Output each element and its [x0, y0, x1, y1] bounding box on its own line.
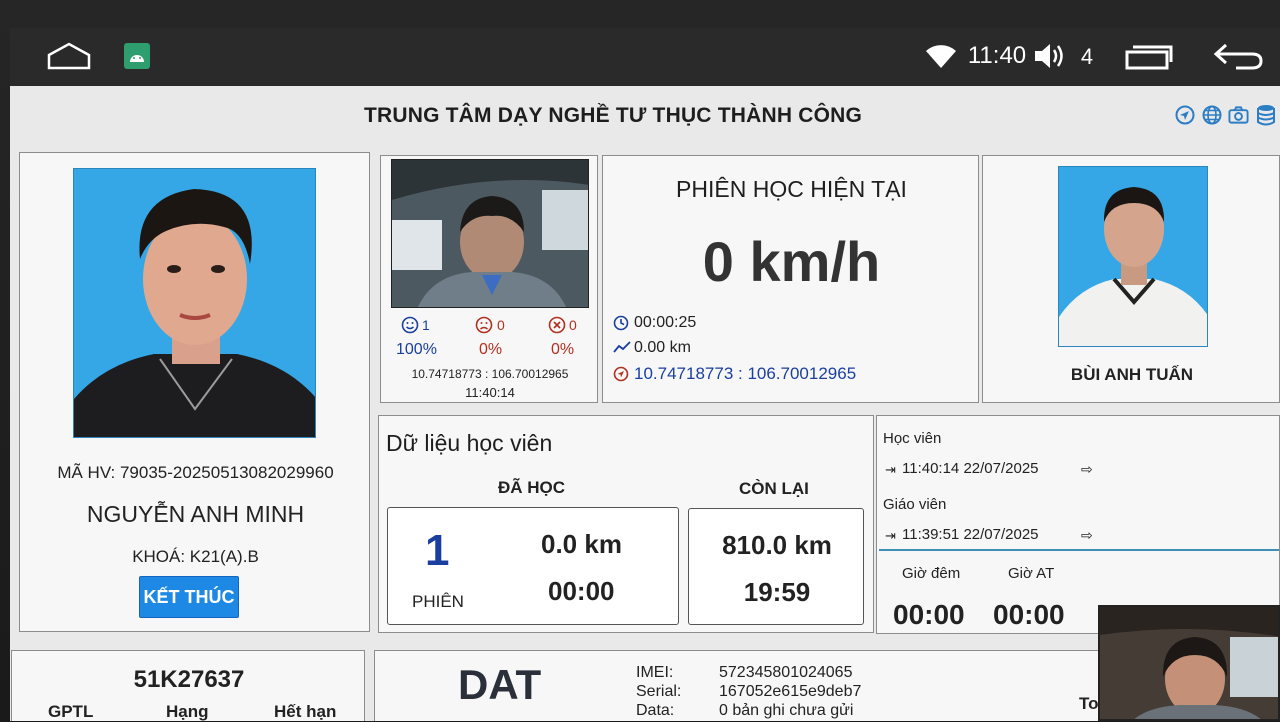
session-coordinates: 10.74718773 : 106.70012965	[634, 364, 857, 383]
done-time: 00:00	[548, 576, 615, 606]
divider	[879, 549, 1279, 551]
student-data-panel: Dữ liệu học viên ĐÃ HỌC CÒN LẠI 1 PHIÊN …	[378, 415, 874, 633]
location-icon	[613, 366, 629, 387]
data-value: 0 bản ghi chưa gửi	[719, 702, 854, 719]
clock-icon	[613, 315, 629, 336]
student-photo	[73, 168, 316, 438]
done-distance: 0.0 km	[541, 529, 622, 559]
done-header: ĐÃ HỌC	[498, 478, 566, 497]
sad-count: 0	[497, 317, 505, 333]
wifi-icon	[924, 44, 958, 70]
happy-count: 1	[422, 317, 430, 333]
end-session-button[interactable]: KẾT THÚC	[139, 576, 239, 618]
session-count-label: PHIÊN	[412, 592, 464, 611]
vehicle-panel: 51K27637 GPTL Hạng Hết hạn	[11, 650, 365, 721]
error-count: 0	[569, 317, 577, 333]
remaining-stats-box: 810.0 km 19:59	[688, 508, 864, 625]
sad-face-icon	[475, 316, 493, 339]
current-session-panel: PHIÊN HỌC HIỆN TẠI 0 km/h 00:00:25 0.00 …	[602, 155, 979, 403]
at-hours-value: 00:00	[993, 599, 1065, 630]
brand-logo: DAT	[458, 661, 542, 708]
imei-label: IMEI:	[636, 664, 674, 681]
volume-icon[interactable]	[1032, 40, 1068, 72]
session-speed: 0 km/h	[702, 230, 881, 293]
done-stats-box: 1 PHIÊN 0.0 km 00:00	[387, 507, 679, 625]
app-screen: TRUNG TÂM DẠY NGHỀ TƯ THỤC THÀNH CÔNG MÃ…	[10, 86, 1280, 721]
android-app-icon[interactable]	[124, 43, 150, 69]
teacher-name: BÙI ANH TUẤN	[1070, 365, 1194, 384]
teacher-panel: BÙI ANH TUẤN	[982, 155, 1280, 403]
night-hours-label: Giờ đêm	[902, 565, 961, 582]
login-icon: ⇥	[885, 528, 896, 543]
session-duration: 00:00:25	[634, 314, 697, 331]
camera-panel: 1 0 0 100% 0% 0% 10.74718773 : 106.70012…	[380, 155, 598, 403]
logout-icon[interactable]: ⇨	[1081, 461, 1093, 478]
error-percent: 0%	[551, 341, 575, 358]
back-icon[interactable]	[1210, 40, 1266, 72]
pip-camera-feed[interactable]	[1098, 605, 1280, 721]
gptl-label: GPTL	[48, 702, 94, 721]
at-hours-label: Giờ AT	[1008, 565, 1055, 582]
gps-icon[interactable]	[1174, 104, 1195, 125]
data-label: Data:	[636, 702, 675, 719]
login-icon: ⇥	[885, 462, 896, 477]
student-login-label: Học viên	[883, 430, 942, 447]
session-title: PHIÊN HỌC HIỆN TẠI	[676, 176, 907, 202]
camera-icon[interactable]	[1228, 104, 1249, 125]
student-panel: MÃ HV: 79035-20250513082029960 NGUYỄN AN…	[19, 152, 370, 632]
imei-value: 572345801024065	[719, 664, 853, 681]
camera-coordinates: 10.74718773 : 106.70012965	[411, 367, 569, 381]
teacher-login-label: Giáo viên	[883, 496, 947, 513]
teacher-photo	[1058, 166, 1208, 347]
remaining-header: CÒN LẠI	[739, 479, 809, 498]
expiry-label: Hết hạn	[274, 702, 337, 721]
license-plate: 51K27637	[133, 666, 245, 693]
camera-time: 11:40:14	[465, 385, 515, 400]
student-id: MÃ HV: 79035-20250513082029960	[57, 463, 334, 482]
session-distance: 0.00 km	[634, 339, 691, 356]
student-login-time: 11:40:14 22/07/2025	[902, 460, 1039, 477]
student-course: KHOÁ: K21(A).B	[132, 547, 259, 566]
clock-text: 11:40	[967, 42, 1027, 69]
login-times-panel: Học viên ⇥ 11:40:14 22/07/2025 ⇨ Giáo vi…	[876, 415, 1280, 634]
center-title: TRUNG TÂM DẠY NGHỀ TƯ THỤC THÀNH CÔNG	[363, 104, 863, 127]
volume-level-text: 4	[1080, 44, 1094, 69]
happy-percent: 100%	[396, 341, 437, 358]
student-data-title: Dữ liệu học viên	[386, 430, 553, 456]
serial-value: 167052e615e9deb7	[719, 683, 862, 700]
logout-icon[interactable]: ⇨	[1081, 527, 1093, 544]
remaining-distance: 810.0 km	[722, 530, 832, 560]
recent-apps-icon[interactable]	[1122, 42, 1174, 72]
globe-icon[interactable]	[1201, 104, 1222, 125]
sad-percent: 0%	[479, 341, 503, 358]
remaining-time: 19:59	[743, 577, 811, 607]
header-icon-group	[1174, 104, 1276, 125]
night-hours-value: 00:00	[893, 599, 965, 630]
student-name: NGUYỄN ANH MINH	[86, 501, 305, 527]
database-icon[interactable]	[1255, 104, 1276, 125]
serial-label: Serial:	[636, 683, 682, 700]
home-icon[interactable]	[46, 40, 92, 72]
teacher-login-time: 11:39:51 22/07/2025	[902, 526, 1039, 543]
session-count: 1	[425, 526, 450, 575]
error-icon	[548, 316, 566, 339]
android-status-bar: 11:40 4	[10, 28, 1280, 86]
distance-icon	[613, 340, 631, 359]
partial-text: To	[1079, 694, 1099, 713]
happy-face-icon	[401, 316, 419, 339]
driver-camera-feed	[391, 159, 589, 308]
class-label: Hạng	[166, 702, 209, 721]
